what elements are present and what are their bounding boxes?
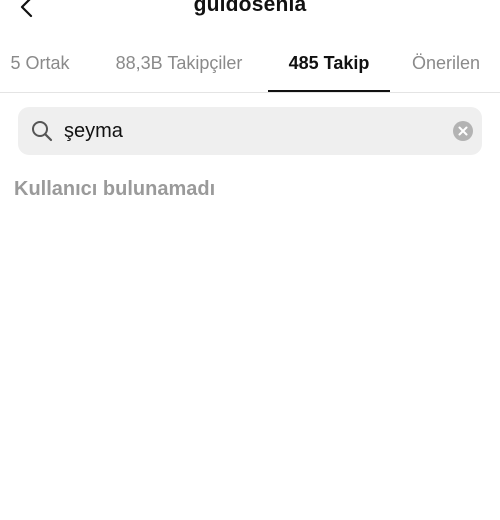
page-title: guidosenia [193, 0, 307, 16]
app-screen: guidosenia 5 Ortak 88,3B Takipçiler 485 … [0, 0, 500, 520]
clear-search-button[interactable] [453, 121, 473, 141]
tab-takip[interactable]: 485 Takip [268, 38, 390, 90]
tab-bar: 5 Ortak 88,3B Takipçiler 485 Takip Öneri… [0, 38, 500, 93]
empty-results-message: Kullanıcı bulunamadı [14, 178, 216, 200]
search-icon [32, 121, 53, 142]
clear-icon [458, 126, 468, 136]
tab-takipciler[interactable]: 88,3B Takipçiler [100, 38, 258, 90]
search-box[interactable] [18, 107, 482, 155]
active-tab-indicator [268, 90, 390, 92]
tab-onerilen[interactable]: Önerilen [400, 38, 492, 90]
tab-ortak[interactable]: 5 Ortak [2, 38, 78, 90]
search-input[interactable] [64, 107, 444, 155]
top-bar: guidosenia [0, 0, 500, 30]
